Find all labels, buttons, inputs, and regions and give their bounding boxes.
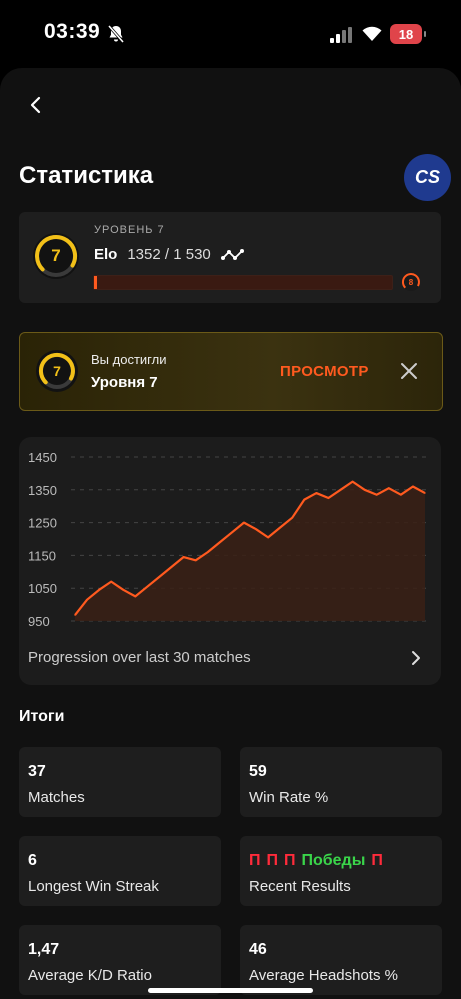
elo-data-point <box>98 589 100 591</box>
level-reached-banner: 7 Вы достигли Уровня 7 ПРОСМОТР <box>19 332 443 411</box>
elo-value: 1352 / 1 530 <box>127 246 211 263</box>
next-level-badge: 8 <box>401 272 421 292</box>
elo-data-point <box>231 531 233 534</box>
elo-data-point <box>400 494 402 496</box>
elo-label: Elo <box>94 246 118 263</box>
elo-data-point <box>376 494 378 496</box>
banner-level-number: 7 <box>53 363 61 379</box>
elo-data-point <box>327 497 330 499</box>
next-level-number: 8 <box>408 277 414 287</box>
y-tick-label: 950 <box>28 614 50 629</box>
level-label: УРОВЕНЬ 7 <box>94 224 165 236</box>
stat-label: Average Headshots % <box>249 967 398 984</box>
recent-results: П П П Победы П <box>249 852 383 870</box>
elo-data-point <box>207 551 209 553</box>
elo-data-point <box>134 595 136 597</box>
stat-label: Recent Results <box>249 878 351 895</box>
elo-data-point <box>315 492 317 494</box>
status-time: 03:39 <box>44 20 101 43</box>
y-tick-label: 1150 <box>28 548 56 563</box>
result-loss: П <box>371 852 383 869</box>
elo-data-point <box>183 556 185 558</box>
elo-line: Elo 1352 / 1 530 <box>94 246 245 263</box>
level-gauge: 7 <box>31 231 81 281</box>
elo-data-point <box>279 526 281 529</box>
signal-icon <box>330 27 352 43</box>
view-button[interactable]: ПРОСМОТР <box>280 363 369 380</box>
stat-label: Longest Win Streak <box>28 878 159 895</box>
page-title: Статистика <box>19 162 154 189</box>
stat-card-recent-results[interactable]: П П П Победы П Recent Results <box>240 836 442 906</box>
stat-card-win-streak[interactable]: 6 Longest Win Streak <box>19 836 221 906</box>
elo-data-point <box>364 489 366 491</box>
elo-data-point <box>291 517 293 519</box>
close-icon[interactable] <box>399 361 419 381</box>
stat-label: Matches <box>28 789 85 806</box>
y-tick-label: 1250 <box>28 516 57 531</box>
level-card[interactable]: 7 УРОВЕНЬ 7 Elo 1352 / 1 530 8 <box>19 212 441 303</box>
elo-data-point <box>110 581 112 583</box>
banner-level-gauge: 7 <box>35 349 79 393</box>
bell-muted-icon <box>107 25 125 43</box>
cs-game-logo[interactable]: CS <box>404 154 451 201</box>
battery-indicator: 18 <box>390 24 426 44</box>
result-win: Победы <box>301 852 366 869</box>
stat-card-headshots[interactable]: 46 Average Headshots % <box>240 925 442 995</box>
back-chevron-icon[interactable] <box>24 90 46 120</box>
wifi-icon <box>362 26 382 41</box>
elo-trend-icon <box>220 248 244 260</box>
banner-title: Уровня 7 <box>91 374 158 391</box>
elo-data-point <box>170 566 173 568</box>
chevron-right-icon[interactable] <box>409 649 423 667</box>
elo-data-point <box>424 492 426 494</box>
elo-data-point <box>195 559 197 561</box>
stat-card-kd-ratio[interactable]: 1,47 Average K/D Ratio <box>19 925 221 995</box>
elo-data-point <box>243 522 245 524</box>
y-tick-label: 1350 <box>28 483 57 498</box>
elo-data-point <box>158 576 161 578</box>
stat-card-matches[interactable]: 37 Matches <box>19 747 221 817</box>
elo-data-point <box>339 489 342 491</box>
stat-card-win-rate[interactable]: 59 Win Rate % <box>240 747 442 817</box>
level-number: 7 <box>51 246 61 265</box>
elo-data-point <box>146 585 149 588</box>
stat-value: 6 <box>28 852 37 869</box>
stat-value: 46 <box>249 941 267 958</box>
stat-value: 1,47 <box>28 941 60 958</box>
summary-title: Итоги <box>19 708 65 725</box>
status-bar: 03:39 18 <box>0 0 461 66</box>
chart-caption: Progression over last 30 matches <box>28 649 251 666</box>
result-loss: П <box>266 852 279 869</box>
elo-data-point <box>74 614 76 616</box>
elo-progression-card[interactable]: 1450 1350 1250 1150 1050 950 Progression over… <box>19 437 441 685</box>
elo-data-point <box>267 536 269 538</box>
elo-data-point <box>351 481 354 483</box>
elo-progression-chart: 1450 1350 1250 1150 1050 950 <box>28 450 431 629</box>
elo-data-point <box>388 487 390 489</box>
elo-progress-fill <box>94 276 97 289</box>
home-indicator[interactable] <box>148 988 313 993</box>
elo-data-point <box>86 599 88 601</box>
elo-area <box>75 481 425 621</box>
result-loss: П <box>249 852 261 869</box>
elo-data-point <box>412 485 414 488</box>
result-loss: П <box>284 852 296 869</box>
y-tick-label: 1450 <box>28 450 57 465</box>
stat-label: Average K/D Ratio <box>28 967 152 984</box>
y-tick-label: 1050 <box>28 581 57 596</box>
elo-data-point <box>219 541 221 543</box>
elo-data-point <box>255 528 257 530</box>
elo-data-point <box>122 589 124 591</box>
banner-subtitle: Вы достигли <box>91 352 167 367</box>
stat-value: 37 <box>28 763 46 780</box>
elo-data-point <box>303 499 305 501</box>
stat-label: Win Rate % <box>249 789 329 806</box>
stat-value: 59 <box>249 763 267 780</box>
elo-progress-bar <box>93 275 393 290</box>
